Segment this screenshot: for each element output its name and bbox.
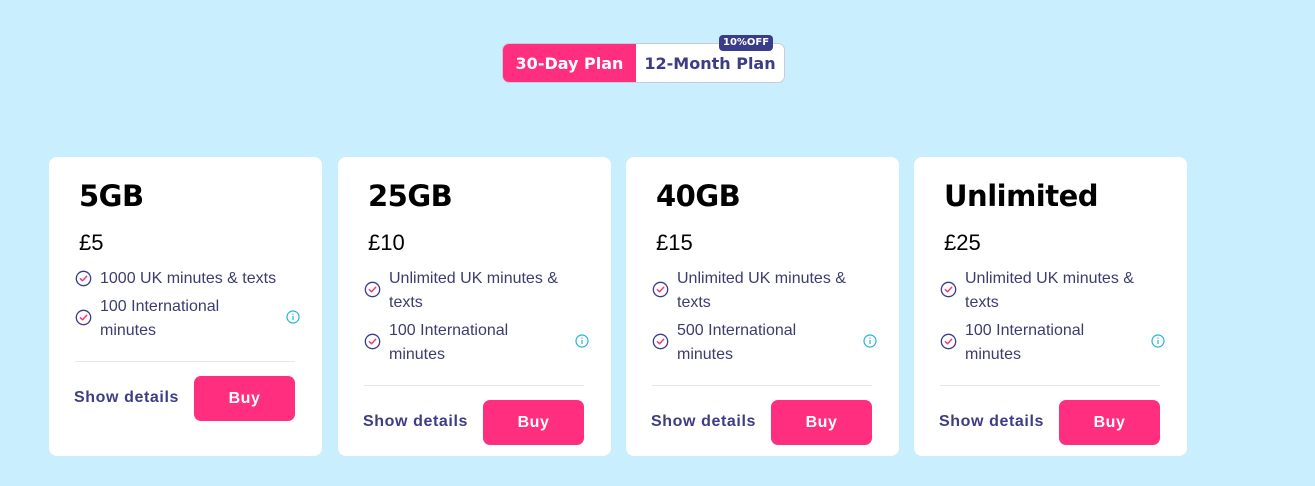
info-icon[interactable] [1151, 334, 1165, 348]
plan-card-5gb: 5GB £5 1000 UK minutes & texts 100 Inter… [49, 157, 322, 456]
feature-text: Unlimited UK minutes & texts [677, 270, 846, 311]
feature-text: 100 International minutes [100, 298, 220, 339]
show-details-link[interactable]: Show details [939, 413, 1044, 431]
check-circle-icon [652, 281, 669, 298]
feature-text: Unlimited UK minutes & texts [389, 270, 558, 311]
info-icon[interactable] [575, 334, 589, 348]
feature-text: 500 International minutes [677, 322, 797, 363]
info-icon[interactable] [863, 334, 877, 348]
feature-item: 1000 UK minutes & texts [75, 267, 299, 291]
feature-item: Unlimited UK minutes & texts [364, 267, 588, 315]
check-circle-icon [940, 333, 957, 350]
info-icon[interactable] [286, 310, 300, 324]
check-circle-icon [940, 281, 957, 298]
show-details-link[interactable]: Show details [363, 413, 468, 431]
plan-title: 25GB [368, 179, 453, 213]
feature-text: 100 International minutes [965, 322, 1085, 363]
feature-list: Unlimited UK minutes & texts 100 Interna… [364, 267, 589, 371]
plan-title: 40GB [656, 179, 741, 213]
feature-item: Unlimited UK minutes & texts [940, 267, 1164, 315]
plan-card-40gb: 40GB £15 Unlimited UK minutes & texts 50… [626, 157, 899, 456]
card-divider [364, 385, 584, 386]
feature-list: 1000 UK minutes & texts 100 Internationa… [75, 267, 300, 347]
plan-title: 5GB [79, 179, 144, 213]
show-details-link[interactable]: Show details [74, 389, 179, 407]
check-circle-icon [75, 270, 92, 287]
plan-price: £25 [944, 230, 981, 255]
feature-list: Unlimited UK minutes & texts 100 Interna… [940, 267, 1165, 371]
plan-price: £5 [79, 230, 104, 255]
feature-item: 100 International minutes [940, 319, 1165, 367]
plan-title: Unlimited [944, 179, 1099, 213]
buy-button[interactable]: Buy [483, 400, 584, 445]
check-circle-icon [652, 333, 669, 350]
plan-card-25gb: 25GB £10 Unlimited UK minutes & texts 10… [338, 157, 611, 456]
card-divider [652, 385, 872, 386]
tab-30-day-plan[interactable]: 30-Day Plan [503, 44, 636, 82]
plan-price: £15 [656, 230, 693, 255]
feature-item: Unlimited UK minutes & texts [652, 267, 876, 315]
feature-item: 100 International minutes [75, 295, 300, 343]
feature-text: Unlimited UK minutes & texts [965, 270, 1134, 311]
feature-item: 500 International minutes [652, 319, 877, 367]
buy-button[interactable]: Buy [771, 400, 872, 445]
check-circle-icon [364, 333, 381, 350]
check-circle-icon [75, 309, 92, 326]
feature-item: 100 International minutes [364, 319, 589, 367]
feature-list: Unlimited UK minutes & texts 500 Interna… [652, 267, 877, 371]
card-divider [75, 361, 295, 362]
check-circle-icon [364, 281, 381, 298]
feature-text: 100 International minutes [389, 322, 509, 363]
plan-card-unlimited: Unlimited £25 Unlimited UK minutes & tex… [914, 157, 1187, 456]
feature-text: 1000 UK minutes & texts [100, 270, 277, 287]
show-details-link[interactable]: Show details [651, 413, 756, 431]
plan-price: £10 [368, 230, 405, 255]
card-divider [940, 385, 1160, 386]
buy-button[interactable]: Buy [1059, 400, 1160, 445]
discount-badge: 10%OFF [719, 35, 774, 51]
buy-button[interactable]: Buy [194, 376, 295, 421]
